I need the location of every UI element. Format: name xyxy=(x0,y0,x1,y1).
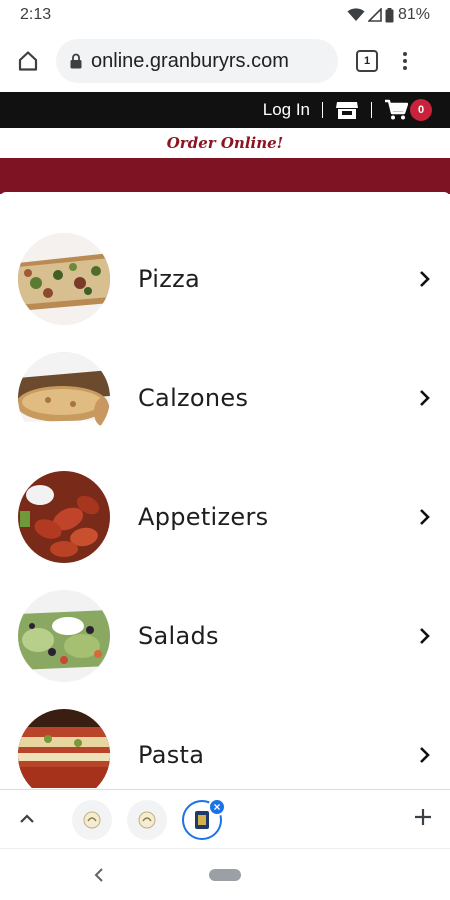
signal-icon xyxy=(367,8,382,22)
order-online-banner: Order Online! xyxy=(166,134,284,152)
back-icon[interactable] xyxy=(92,865,106,885)
calzone-photo xyxy=(18,352,110,444)
tab-thumbnail[interactable] xyxy=(127,800,167,840)
browser-toolbar: online.granburyrs.com 1 xyxy=(0,30,450,92)
pizza-photo xyxy=(18,233,110,325)
chevron-right-icon xyxy=(420,271,430,287)
lock-icon xyxy=(70,53,82,69)
divider xyxy=(371,102,372,118)
salad-photo xyxy=(18,590,110,682)
wifi-icon xyxy=(347,8,365,21)
system-navigation-bar xyxy=(0,848,450,900)
url-text: online.granburyrs.com xyxy=(91,49,289,72)
site-favicon-icon xyxy=(138,811,156,829)
menu-category-label: Pizza xyxy=(138,265,201,293)
status-indicators: 81% xyxy=(347,6,430,24)
overflow-menu-button[interactable] xyxy=(400,52,410,70)
cart-count-badge[interactable]: 0 xyxy=(410,99,432,121)
home-button[interactable] xyxy=(10,43,46,79)
tab-thumbnail-active[interactable]: × xyxy=(182,798,226,840)
battery-percent: 81% xyxy=(397,6,430,23)
site-top-bar: Log In 0 xyxy=(0,92,450,128)
menu-category-appetizers[interactable]: Appetizers xyxy=(0,458,450,576)
battery-icon xyxy=(385,7,394,22)
menu-dot-icon xyxy=(403,52,407,56)
menu-category-label: Salads xyxy=(138,622,219,650)
home-icon xyxy=(18,51,38,71)
site-favicon-icon xyxy=(195,811,209,829)
menu-category-label: Appetizers xyxy=(138,503,269,531)
menu-category-label: Calzones xyxy=(138,384,249,412)
menu-category-label: Pasta xyxy=(138,741,205,769)
tab-thumbnail[interactable] xyxy=(72,800,112,840)
close-tab-icon[interactable]: × xyxy=(208,798,226,816)
chevron-right-icon xyxy=(420,509,430,525)
chevron-up-icon[interactable] xyxy=(16,808,38,830)
chevron-right-icon xyxy=(420,628,430,644)
divider xyxy=(322,102,323,118)
chevron-right-icon xyxy=(420,747,430,763)
status-bar: 2:13 81% xyxy=(0,0,450,30)
home-pill-button[interactable] xyxy=(209,869,241,881)
menu-category-calzones[interactable]: Calzones xyxy=(0,339,450,457)
tab-strip: × xyxy=(0,789,450,847)
menu-category-pasta[interactable]: Pasta xyxy=(0,696,450,788)
wings-photo xyxy=(18,471,110,563)
store-icon[interactable] xyxy=(335,100,359,120)
menu-category-salads[interactable]: Salads xyxy=(0,577,450,695)
login-link[interactable]: Log In xyxy=(263,100,310,120)
chevron-right-icon xyxy=(420,390,430,406)
status-time: 2:13 xyxy=(20,6,52,23)
brand-band xyxy=(0,158,450,194)
cart-icon[interactable] xyxy=(384,99,408,121)
address-bar[interactable]: online.granburyrs.com xyxy=(56,39,338,83)
pasta-photo xyxy=(18,709,110,788)
menu-category-pizza[interactable]: Pizza xyxy=(0,220,450,338)
new-tab-icon[interactable] xyxy=(412,806,434,828)
menu-dot-icon xyxy=(403,66,407,70)
site-favicon-icon xyxy=(83,811,101,829)
menu-dot-icon xyxy=(403,59,407,63)
menu-category-list: Pizza Calzones Appetizers Salads Pasta xyxy=(0,192,450,788)
tab-switcher-button[interactable]: 1 xyxy=(356,50,378,72)
